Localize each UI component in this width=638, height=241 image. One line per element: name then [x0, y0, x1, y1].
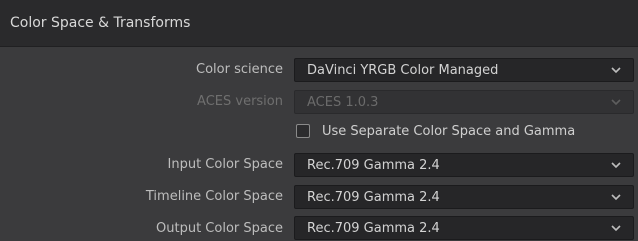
- timeline-color-space-label: Timeline Color Space: [145, 189, 283, 204]
- panel-header: Color Space & Transforms: [0, 0, 638, 47]
- aces-version-value: ACES 1.0.3: [307, 95, 379, 110]
- chevron-down-icon: [611, 162, 621, 169]
- aces-version-label: ACES version: [197, 94, 283, 109]
- aces-version-dropdown: ACES 1.0.3: [294, 90, 634, 114]
- chevron-down-icon: [611, 225, 621, 232]
- input-color-space-label: Input Color Space: [167, 157, 283, 172]
- output-color-space-value: Rec.709 Gamma 2.4: [307, 221, 440, 236]
- chevron-down-icon: [611, 67, 621, 74]
- color-science-value: DaVinci YRGB Color Managed: [307, 63, 499, 78]
- input-color-space-value: Rec.709 Gamma 2.4: [307, 158, 440, 173]
- use-separate-color-space-label[interactable]: Use Separate Color Space and Gamma: [322, 124, 575, 139]
- color-science-dropdown[interactable]: DaVinci YRGB Color Managed: [294, 58, 634, 82]
- color-science-label: Color science: [196, 62, 283, 77]
- use-separate-color-space-checkbox[interactable]: [296, 124, 310, 138]
- chevron-down-icon: [611, 99, 621, 106]
- panel-title: Color Space & Transforms: [10, 15, 191, 31]
- timeline-color-space-dropdown[interactable]: Rec.709 Gamma 2.4: [294, 185, 634, 209]
- output-color-space-label: Output Color Space: [156, 221, 283, 236]
- timeline-color-space-value: Rec.709 Gamma 2.4: [307, 190, 440, 205]
- chevron-down-icon: [611, 194, 621, 201]
- output-color-space-dropdown[interactable]: Rec.709 Gamma 2.4: [294, 216, 634, 240]
- input-color-space-dropdown[interactable]: Rec.709 Gamma 2.4: [294, 153, 634, 177]
